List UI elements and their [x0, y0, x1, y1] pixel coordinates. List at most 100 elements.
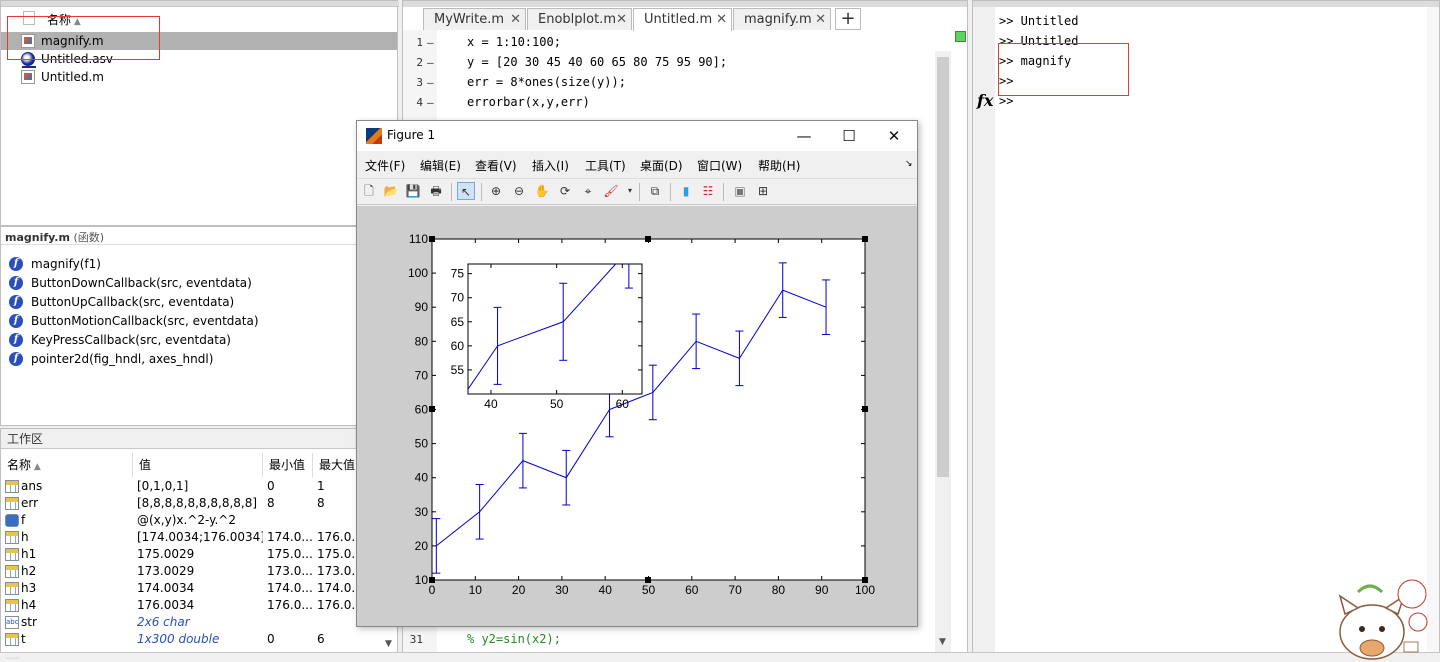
function-item[interactable]: f KeyPressCallback(src, eventdata)	[9, 330, 231, 349]
hide-plot-tools-icon[interactable]: ▣	[731, 182, 749, 200]
insert-colorbar-icon[interactable]: ▮	[677, 182, 695, 200]
matrix-icon	[5, 480, 19, 493]
tab-close-icon[interactable]: ✕	[616, 9, 627, 30]
figure-menu-item[interactable]: 帮助(H)	[758, 157, 800, 174]
function-item[interactable]: f ButtonUpCallback(src, eventdata)	[9, 292, 234, 311]
figure-window[interactable]: Figure 1 — ☐ ✕ 文件(F) 编辑(E) 查看(V) 插入(I) 工具(T)…	[356, 120, 918, 627]
function-browser-icon[interactable]: fx	[977, 91, 993, 110]
workspace-row[interactable]: ans [0,1,0,1] 0 1	[1, 478, 397, 495]
workspace-row[interactable]: err [8,8,8,8,8,8,8,8,8,8] 8 8	[1, 495, 397, 512]
matrix-icon	[5, 582, 19, 595]
workspace-row[interactable]: t 1x300 double 0 6	[1, 631, 397, 648]
breakpoint-marker[interactable]: –	[427, 96, 434, 109]
string-icon: abc	[5, 616, 19, 629]
show-plot-tools-icon[interactable]: ⊞	[754, 182, 772, 200]
main-y-tick-label: 100	[408, 266, 428, 280]
workspace-row[interactable]: h1 175.0029 175.0... 175.0...	[1, 546, 397, 563]
scrollbar-thumb[interactable]	[937, 57, 949, 477]
workspace-row[interactable]: h3 174.0034 174.0... 174.0...	[1, 580, 397, 597]
cmd-scrollbar[interactable]	[1427, 7, 1439, 659]
new-figure-icon[interactable]: 🗋	[360, 182, 378, 200]
figure-menu-item[interactable]: 编辑(E)	[420, 157, 461, 174]
figure-menu-item[interactable]: 桌面(D)	[640, 157, 683, 174]
function-item[interactable]: f pointer2d(fig_hndl, axes_hndl)	[9, 349, 213, 368]
zoom-in-icon[interactable]: ⊕	[487, 182, 505, 200]
figure-menu-item[interactable]: 插入(I)	[532, 157, 569, 174]
workspace-row[interactable]: f @(x,y)x.^2-y.^2	[1, 512, 397, 529]
open-file-icon[interactable]: 📂	[382, 182, 400, 200]
editor-tab[interactable]: Untitled.m ✕	[633, 8, 732, 31]
figure-canvas[interactable]: 0 10 20 30 40 50 60 70 80 90 100 10 20 30 40 50 60 70 80 90…	[357, 206, 917, 626]
breakpoint-marker[interactable]: –	[427, 56, 434, 69]
function-item[interactable]: f magnify(f1)	[9, 254, 101, 273]
workspace-row[interactable]: h [174.0034;176.0034] 174.0... 176.0...	[1, 529, 397, 546]
ws-cell-name: h2	[21, 564, 37, 578]
ws-cell-min: 173.0...	[267, 564, 313, 578]
editor-scrollbar[interactable]	[935, 51, 951, 657]
function-item[interactable]: f ButtonDownCallback(src, eventdata)	[9, 273, 252, 292]
workspace-row[interactable]: h4 176.0034 176.0... 176.0...	[1, 597, 397, 614]
ws-cell-min: 174.0...	[267, 581, 313, 595]
brush-dropdown-icon[interactable]: ▾	[621, 182, 639, 200]
tab-close-icon[interactable]: ✕	[815, 9, 826, 30]
data-cursor-icon[interactable]: ⌖	[579, 182, 597, 200]
tab-label: magnify.m	[744, 12, 812, 27]
ws-header-value[interactable]: 值	[133, 453, 263, 477]
save-icon[interactable]: 💾	[404, 182, 422, 200]
brush-icon[interactable]: 🖌	[602, 182, 620, 200]
inset-y-tick-label: 55	[451, 363, 465, 377]
ws-header-min[interactable]: 最小值	[263, 453, 313, 477]
link-plot-icon[interactable]: ⧉	[646, 182, 664, 200]
ws-cell-name: f	[21, 513, 26, 527]
editor-tab[interactable]: Enoblplot.m ✕	[527, 8, 632, 30]
code-line[interactable]: err = 8*ones(size(y));	[467, 75, 626, 89]
function-item[interactable]: f ButtonMotionCallback(src, eventdata)	[9, 311, 259, 330]
scroll-down-arrow[interactable]: ▼	[939, 637, 946, 647]
main-y-tick-label: 20	[415, 539, 429, 553]
breakpoint-marker[interactable]: –	[427, 36, 434, 49]
rotate-3d-icon[interactable]: ⟳	[556, 182, 574, 200]
breakpoint-marker[interactable]: –	[427, 76, 434, 89]
figure-menu-item[interactable]: 文件(F)	[365, 157, 405, 174]
print-icon[interactable]: 🖶	[427, 182, 445, 200]
scroll-down-arrow[interactable]: ▼	[385, 639, 392, 649]
errorbar-plot[interactable]: 0 10 20 30 40 50 60 70 80 90 100102030405060708090…	[357, 206, 917, 626]
insert-legend-icon[interactable]: ☷	[699, 182, 717, 200]
line-number: 4	[416, 96, 423, 109]
code-line[interactable]: y = [20 30 45 40 60 65 80 75 95 90];	[467, 55, 727, 69]
edit-plot-pointer-icon[interactable]: ↖	[457, 182, 475, 200]
ws-cell-name: h1	[21, 547, 37, 561]
figure-menu-item[interactable]: 查看(V)	[475, 157, 517, 174]
figure-titlebar[interactable]: Figure 1 — ☐ ✕	[357, 121, 917, 151]
code-line[interactable]: x = 1:10:100;	[467, 35, 561, 49]
tab-close-icon[interactable]: ✕	[716, 9, 727, 30]
close-button[interactable]: ✕	[879, 125, 909, 147]
ws-cell-name: h3	[21, 581, 37, 595]
file-item[interactable]: Untitled.m	[1, 68, 397, 86]
workspace-row[interactable]: h2 173.0029 173.0... 173.0...	[1, 563, 397, 580]
ws-header-name[interactable]: 名称 ▲	[1, 453, 133, 477]
main-x-tick-label: 100	[855, 583, 875, 597]
new-tab-button[interactable]: +	[835, 8, 861, 30]
figure-menu-item[interactable]: 工具(T)	[585, 157, 626, 174]
ws-cell-min	[267, 512, 315, 529]
tab-close-icon[interactable]: ✕	[510, 9, 521, 30]
figure-menu-item[interactable]: 窗口(W)	[697, 157, 742, 174]
inset-axes-box	[467, 263, 643, 395]
main-y-tick-label: 80	[415, 334, 429, 348]
pan-hand-icon[interactable]: ✋	[533, 182, 551, 200]
ws-cell-value: [0,1,0,1]	[137, 479, 189, 493]
minimize-button[interactable]: —	[789, 125, 819, 147]
maximize-button[interactable]: ☐	[834, 125, 864, 147]
menu-dock-arrow[interactable]: ↘	[905, 159, 913, 169]
zoom-out-icon[interactable]: ⊖	[510, 182, 528, 200]
ws-cell-name: h4	[21, 598, 37, 612]
command-window[interactable]: fx >> Untitled >> Untitled >> magnify >> >>	[972, 0, 1440, 661]
workspace-row[interactable]: abc str 2x6 char	[1, 614, 397, 631]
code-line[interactable]: errorbar(x,y,err)	[467, 95, 590, 109]
mascot-sticker	[1338, 579, 1428, 660]
inset-y-tick-label: 65	[451, 315, 465, 329]
editor-tab[interactable]: MyWrite.m ✕	[423, 8, 526, 30]
editor-tab[interactable]: magnify.m ✕	[733, 8, 831, 30]
code-line-comment[interactable]: % y2=sin(x2);	[467, 632, 561, 646]
